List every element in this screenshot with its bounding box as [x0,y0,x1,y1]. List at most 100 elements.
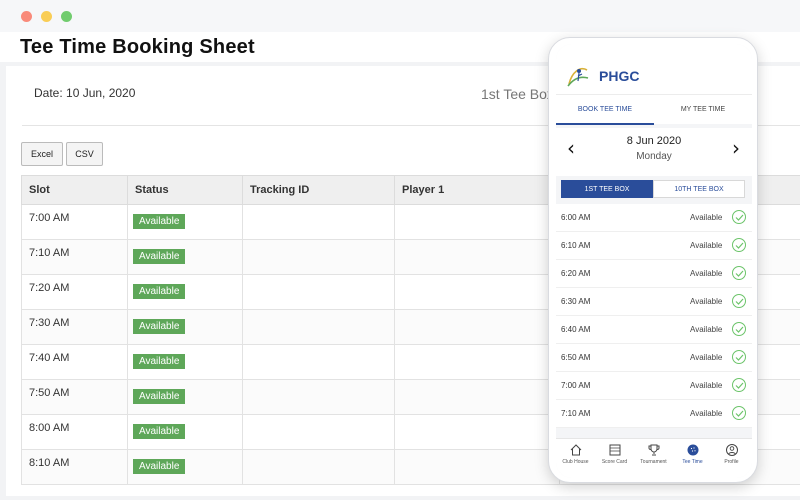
tab-book-tee-time[interactable]: BOOK TEE TIME [556,95,654,125]
status-badge: Available [133,354,186,369]
check-circle-icon[interactable] [732,406,746,420]
slot-time: 7:10 AM [561,409,591,418]
slot-time: 6:40 AM [561,325,591,334]
tracking-id-cell [242,449,395,485]
slot-status: Available [690,269,723,278]
slot-cell: 8:10 AM [21,449,128,485]
date-navigator: ‹ 8 Jun 2020 Monday › [556,128,752,176]
nav-label: Tee Time [682,459,703,465]
phone-mockup: PHGC BOOK TEE TIME MY TEE TIME ‹ 8 Jun 2… [548,37,758,483]
status-badge: Available [133,424,186,439]
list-item[interactable]: 6:00 AM Available [556,204,752,232]
tracking-id-cell [242,239,395,275]
list-item[interactable]: 6:10 AM Available [556,232,752,260]
check-circle-icon[interactable] [732,238,746,252]
page-title: Tee Time Booking Sheet [20,36,255,58]
tab-my-tee-time[interactable]: MY TEE TIME [654,95,752,125]
column-header-status[interactable]: Status [127,175,243,205]
app-header: PHGC [556,44,752,94]
slot-time: 6:50 AM [561,353,591,362]
bottom-nav: Club House Score Card Tournament Tee Tim… [556,438,752,478]
export-excel-button[interactable]: Excel [21,142,63,166]
maximize-window-button[interactable] [61,11,72,22]
slot-cell: 8:00 AM [21,414,128,450]
check-circle-icon[interactable] [732,322,746,336]
export-csv-button[interactable]: CSV [66,142,103,166]
check-circle-icon[interactable] [732,350,746,364]
player-1-cell [394,449,560,485]
check-circle-icon[interactable] [732,266,746,280]
selected-date: 8 Jun 2020 [626,135,682,147]
player-1-cell [394,344,560,380]
slot-status: Available [690,213,723,222]
list-item[interactable]: 6:30 AM Available [556,288,752,316]
nav-label: Club House [562,459,589,465]
score-card-icon [609,444,620,456]
status-cell: Available [127,309,243,345]
close-window-button[interactable] [21,11,32,22]
slot-list: 6:00 AM Available 6:10 AM Available 6:20 A… [556,204,752,428]
column-header-slot[interactable]: Slot [21,175,128,205]
status-badge: Available [133,249,186,264]
next-date-button[interactable]: › [726,136,746,160]
nav-score-card[interactable]: Score Card [595,443,634,465]
golf-ball-icon [687,444,698,456]
slot-time: 7:00 AM [561,381,591,390]
status-badge: Available [133,284,186,299]
nav-label: Tournament [640,459,667,465]
list-item[interactable]: 6:20 AM Available [556,260,752,288]
tracking-id-cell [242,414,395,450]
status-cell: Available [127,204,243,240]
status-cell: Available [127,344,243,380]
check-circle-icon[interactable] [732,210,746,224]
slot-status: Available [690,381,723,390]
list-item[interactable]: 7:10 AM Available [556,400,752,428]
nav-tee-time[interactable]: Tee Time [673,443,712,465]
sheet-date: Date: 10 Jun, 2020 [34,86,136,100]
list-item[interactable]: 6:50 AM Available [556,344,752,372]
list-item[interactable]: 7:00 AM Available [556,372,752,400]
slot-cell: 7:50 AM [21,379,128,415]
nav-club-house[interactable]: Club House [556,443,595,465]
slot-status: Available [690,325,723,334]
tracking-id-cell [242,309,395,345]
slot-status: Available [690,353,723,362]
phone-screen: PHGC BOOK TEE TIME MY TEE TIME ‹ 8 Jun 2… [556,44,752,478]
slot-cell: 7:40 AM [21,344,128,380]
slot-cell: 7:10 AM [21,239,128,275]
window-chrome [0,0,800,32]
status-badge: Available [133,214,186,229]
golfer-logo-icon [567,68,589,87]
nav-tournament[interactable]: Tournament [634,443,673,465]
trophy-icon [648,444,659,456]
nav-profile[interactable]: Profile [712,443,751,465]
nav-label: Profile [724,459,739,465]
player-1-cell [394,414,560,450]
slot-cell: 7:20 AM [21,274,128,310]
player-1-cell [394,274,560,310]
player-1-cell [394,309,560,345]
status-cell: Available [127,274,243,310]
tracking-id-cell [242,344,395,380]
minimize-window-button[interactable] [41,11,52,22]
status-badge: Available [133,459,186,474]
player-1-cell [394,379,560,415]
tracking-id-cell [242,379,395,415]
app-tabs: BOOK TEE TIME MY TEE TIME [556,94,752,125]
slot-status: Available [690,297,723,306]
sheet-tee-box: 1st Tee Box [481,86,554,102]
list-item[interactable]: 6:40 AM Available [556,316,752,344]
player-1-cell [394,204,560,240]
status-cell: Available [127,449,243,485]
tee-box-10th-toggle[interactable]: 10TH TEE BOX [653,180,745,198]
check-circle-icon[interactable] [732,378,746,392]
column-header-tracking-id[interactable]: Tracking ID [242,175,395,205]
tee-box-1st-toggle[interactable]: 1ST TEE BOX [561,180,653,198]
slot-time: 6:20 AM [561,269,591,278]
slot-time: 6:00 AM [561,213,591,222]
status-cell: Available [127,414,243,450]
check-circle-icon[interactable] [732,294,746,308]
slot-time: 6:10 AM [561,241,591,250]
slot-time: 6:30 AM [561,297,591,306]
column-header-player-1[interactable]: Player 1 [394,175,560,205]
